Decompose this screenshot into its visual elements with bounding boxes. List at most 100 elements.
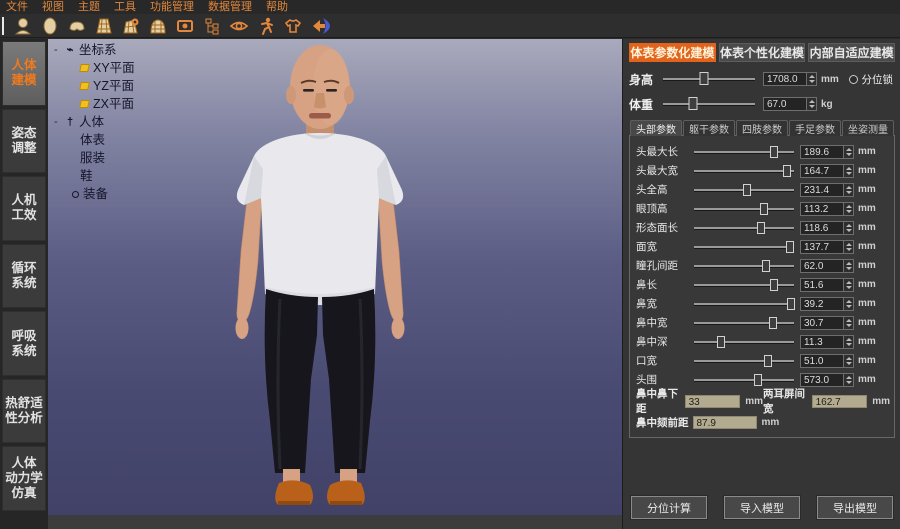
- head-model-icon[interactable]: [39, 15, 61, 37]
- modeling-tab[interactable]: 体表参数化建模: [629, 43, 716, 62]
- slider-handle[interactable]: [770, 146, 778, 158]
- back-arrow-icon[interactable]: [309, 15, 331, 37]
- param-category-tab[interactable]: 手足参数: [789, 120, 841, 136]
- param-spinner[interactable]: [844, 183, 854, 197]
- weight-slider[interactable]: [663, 103, 755, 105]
- modeling-tab[interactable]: 内部自适应建模: [808, 43, 895, 62]
- slider-handle[interactable]: [764, 355, 772, 367]
- slider-handle[interactable]: [770, 279, 778, 291]
- param-value-input[interactable]: 189.6: [800, 145, 844, 159]
- param-slider[interactable]: [694, 208, 794, 210]
- menu-item[interactable]: 文件: [6, 0, 28, 14]
- slider-handle[interactable]: [700, 72, 709, 85]
- height-value-input[interactable]: 1708.0: [763, 72, 807, 86]
- menu-item[interactable]: 功能管理: [150, 0, 194, 14]
- param-slider[interactable]: [694, 265, 794, 267]
- param-spinner[interactable]: [844, 145, 854, 159]
- param-value-input[interactable]: 113.2: [800, 202, 844, 216]
- slider-handle[interactable]: [757, 222, 765, 234]
- slider-handle[interactable]: [743, 184, 751, 196]
- sidebar-item[interactable]: 人体 建模: [2, 41, 46, 106]
- mesh-surface-icon[interactable]: [93, 15, 115, 37]
- mesh-gear-icon[interactable]: [120, 15, 142, 37]
- slider-handle[interactable]: [783, 165, 791, 177]
- param-value-input[interactable]: 573.0: [800, 373, 844, 387]
- param-value-input[interactable]: 51.0: [800, 354, 844, 368]
- param-spinner[interactable]: [844, 202, 854, 216]
- param-slider[interactable]: [694, 379, 794, 381]
- param-spinner[interactable]: [844, 335, 854, 349]
- quantile-calc-button[interactable]: 分位计算: [631, 496, 707, 519]
- slider-handle[interactable]: [717, 336, 725, 348]
- param-value-input[interactable]: 62.0: [800, 259, 844, 273]
- param-value-input[interactable]: 231.4: [800, 183, 844, 197]
- hierarchy-tree-icon[interactable]: [201, 15, 223, 37]
- sidebar-item[interactable]: 人机 工效: [2, 176, 46, 241]
- import-model-button[interactable]: 导入模型: [724, 496, 800, 519]
- param-category-tab[interactable]: 四肢参数: [736, 120, 788, 136]
- display-capture-icon[interactable]: [174, 15, 196, 37]
- sidebar-item[interactable]: 姿态 调整: [2, 109, 46, 174]
- nose-chin-field[interactable]: 87.9: [693, 416, 757, 429]
- param-slider[interactable]: [694, 360, 794, 362]
- menu-item[interactable]: 数据管理: [208, 0, 252, 14]
- quantile-lock[interactable]: 分位锁: [849, 72, 894, 87]
- param-value-input[interactable]: 51.6: [800, 278, 844, 292]
- param-slider[interactable]: [694, 170, 794, 172]
- sidebar-item[interactable]: 循环 系统: [2, 244, 46, 309]
- slider-handle[interactable]: [787, 298, 795, 310]
- menu-item[interactable]: 主题: [78, 0, 100, 14]
- menu-item[interactable]: 帮助: [266, 0, 288, 14]
- slider-handle[interactable]: [689, 97, 698, 110]
- sidebar-item[interactable]: 热舒适 性分析: [2, 379, 46, 444]
- export-model-button[interactable]: 导出模型: [817, 496, 893, 519]
- slider-handle[interactable]: [762, 260, 770, 272]
- param-category-tab[interactable]: 躯干参数: [683, 120, 735, 136]
- param-value-input[interactable]: 118.6: [800, 221, 844, 235]
- slider-handle[interactable]: [760, 203, 768, 215]
- radio-icon[interactable]: [849, 75, 858, 84]
- param-spinner[interactable]: [844, 240, 854, 254]
- param-spinner[interactable]: [844, 278, 854, 292]
- tshirt-clothing-icon[interactable]: [282, 15, 304, 37]
- param-spinner[interactable]: [844, 164, 854, 178]
- sidebar-item[interactable]: 人体 动力学 仿真: [2, 446, 46, 511]
- param-value-input[interactable]: 11.3: [800, 335, 844, 349]
- param-value-input[interactable]: 39.2: [800, 297, 844, 311]
- weight-value-input[interactable]: 67.0: [763, 97, 807, 111]
- height-slider[interactable]: [663, 78, 755, 80]
- mannequin-bust-icon[interactable]: [12, 15, 34, 37]
- brain-mesh-icon[interactable]: [66, 15, 88, 37]
- sidebar-item[interactable]: 呼吸 系统: [2, 311, 46, 376]
- param-spinner[interactable]: [844, 221, 854, 235]
- param-value-input[interactable]: 164.7: [800, 164, 844, 178]
- bitragion-field[interactable]: 162.7: [812, 395, 868, 408]
- param-slider[interactable]: [694, 303, 794, 305]
- param-category-tab[interactable]: 坐姿测量: [842, 120, 894, 136]
- runner-motion-icon[interactable]: [255, 15, 277, 37]
- param-spinner[interactable]: [844, 297, 854, 311]
- height-spinner[interactable]: [807, 72, 817, 86]
- human-model[interactable]: [48, 39, 622, 516]
- param-slider[interactable]: [694, 284, 794, 286]
- param-value-input[interactable]: 30.7: [800, 316, 844, 330]
- modeling-tab[interactable]: 体表个性化建模: [719, 43, 806, 62]
- slider-handle[interactable]: [769, 317, 777, 329]
- param-slider[interactable]: [694, 189, 794, 191]
- mesh-grid-icon[interactable]: [147, 15, 169, 37]
- param-slider[interactable]: [694, 151, 794, 153]
- eye-visibility-icon[interactable]: [228, 15, 250, 37]
- nose-sub-field[interactable]: 33: [685, 395, 741, 408]
- weight-spinner[interactable]: [807, 97, 817, 111]
- param-spinner[interactable]: [844, 316, 854, 330]
- param-spinner[interactable]: [844, 259, 854, 273]
- viewport-3d[interactable]: - ⌁ 坐标系 XY平面 YZ平面 ZX平面 -: [48, 39, 622, 529]
- param-slider[interactable]: [694, 322, 794, 324]
- param-category-tab[interactable]: 头部参数: [630, 120, 682, 136]
- menu-item[interactable]: 工具: [114, 0, 136, 14]
- param-spinner[interactable]: [844, 373, 854, 387]
- param-slider[interactable]: [694, 341, 794, 343]
- param-slider[interactable]: [694, 227, 794, 229]
- param-slider[interactable]: [694, 246, 794, 248]
- param-spinner[interactable]: [844, 354, 854, 368]
